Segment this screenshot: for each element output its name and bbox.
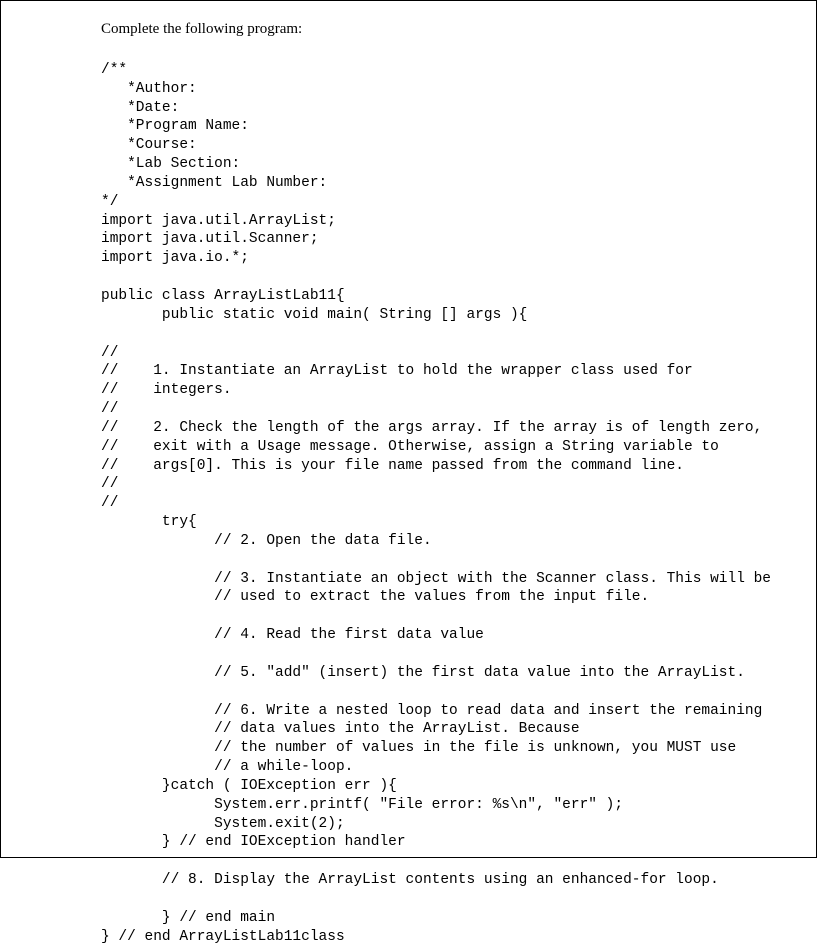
code-line: try{ [101, 514, 197, 530]
code-line: // integers. [101, 382, 232, 398]
code-line: // 3. Instantiate an object with the Sca… [101, 571, 771, 587]
code-line: System.err.printf( "File error: %s\n", "… [101, 797, 623, 813]
code-line: */ [101, 194, 118, 210]
code-line: // 6. Write a nested loop to read data a… [101, 703, 762, 719]
code-line: *Program Name: [101, 118, 249, 134]
code-line: public class ArrayListLab11{ [101, 288, 345, 304]
code-line: // [101, 401, 118, 417]
code-line: // args[0]. This is your file name passe… [101, 458, 684, 474]
code-line: // 4. Read the first data value [101, 627, 484, 643]
code-line: import java.io.*; [101, 250, 249, 266]
code-line: // [101, 476, 118, 492]
code-line: // a while-loop. [101, 759, 353, 775]
code-line: // [101, 345, 118, 361]
code-line: // 2. Check the length of the args array… [101, 420, 762, 436]
code-line: import java.util.Scanner; [101, 231, 319, 247]
code-line: // 2. Open the data file. [101, 533, 432, 549]
code-line: // 1. Instantiate an ArrayList to hold t… [101, 363, 693, 379]
code-line: System.exit(2); [101, 816, 345, 832]
instruction-text: Complete the following program: [101, 21, 816, 38]
code-line: *Course: [101, 137, 197, 153]
code-line: *Lab Section: [101, 156, 240, 172]
code-line: import java.util.ArrayList; [101, 213, 336, 229]
code-line: // exit with a Usage message. Otherwise,… [101, 439, 719, 455]
code-line: *Author: [101, 81, 197, 97]
code-line: // 8. Display the ArrayList contents usi… [101, 872, 719, 888]
code-line: // data values into the ArrayList. Becau… [101, 721, 580, 737]
code-line: } // end main [101, 910, 275, 926]
code-line: // the number of values in the file is u… [101, 740, 736, 756]
code-line: *Date: [101, 100, 179, 116]
code-line: // used to extract the values from the i… [101, 589, 649, 605]
code-block: /** *Author: *Date: *Program Name: *Cour… [101, 42, 816, 947]
code-line: } // end IOException handler [101, 834, 406, 850]
code-line: /** [101, 62, 127, 78]
code-line: }catch ( IOException err ){ [101, 778, 397, 794]
code-line: // 5. "add" (insert) the first data valu… [101, 665, 745, 681]
code-line: // [101, 495, 118, 511]
code-line: public static void main( String [] args … [101, 307, 527, 323]
code-line: *Assignment Lab Number: [101, 175, 327, 191]
code-line: } // end ArrayListLab11class [101, 929, 345, 945]
